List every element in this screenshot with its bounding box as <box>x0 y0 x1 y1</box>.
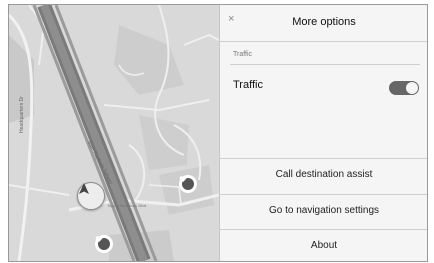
heart-icon <box>179 176 187 182</box>
street-label-headquarters: Headquarters Dr <box>19 96 25 133</box>
toggle-knob <box>406 82 418 94</box>
section-divider <box>230 64 420 65</box>
screen: Headquarters Dr Sam Rayburn Tollway Toyo… <box>8 4 428 262</box>
header-divider <box>220 41 427 42</box>
navigation-settings-button[interactable]: Go to navigation settings <box>220 194 427 226</box>
call-destination-assist-button[interactable]: Call destination assist <box>220 158 427 190</box>
traffic-toggle[interactable] <box>389 81 419 95</box>
poi-marker[interactable] <box>179 175 197 193</box>
map-view[interactable]: Headquarters Dr Sam Rayburn Tollway Toyo… <box>9 5 219 261</box>
recenter-button[interactable] <box>77 182 105 210</box>
section-label-traffic: Traffic <box>233 51 253 58</box>
poi-marker[interactable] <box>95 235 113 253</box>
panel-title: More options <box>292 16 356 28</box>
traffic-toggle-row[interactable]: Traffic <box>220 71 427 99</box>
about-button[interactable]: About <box>220 229 427 261</box>
street-label-boulevard: Toyota Motorway Blvd <box>107 203 147 208</box>
more-options-panel: × More options Traffic Traffic Call dest… <box>219 5 427 261</box>
map-graphics <box>9 5 219 261</box>
traffic-toggle-label: Traffic <box>233 79 263 91</box>
navigation-arrow-icon <box>79 183 89 194</box>
heart-icon <box>95 236 103 242</box>
